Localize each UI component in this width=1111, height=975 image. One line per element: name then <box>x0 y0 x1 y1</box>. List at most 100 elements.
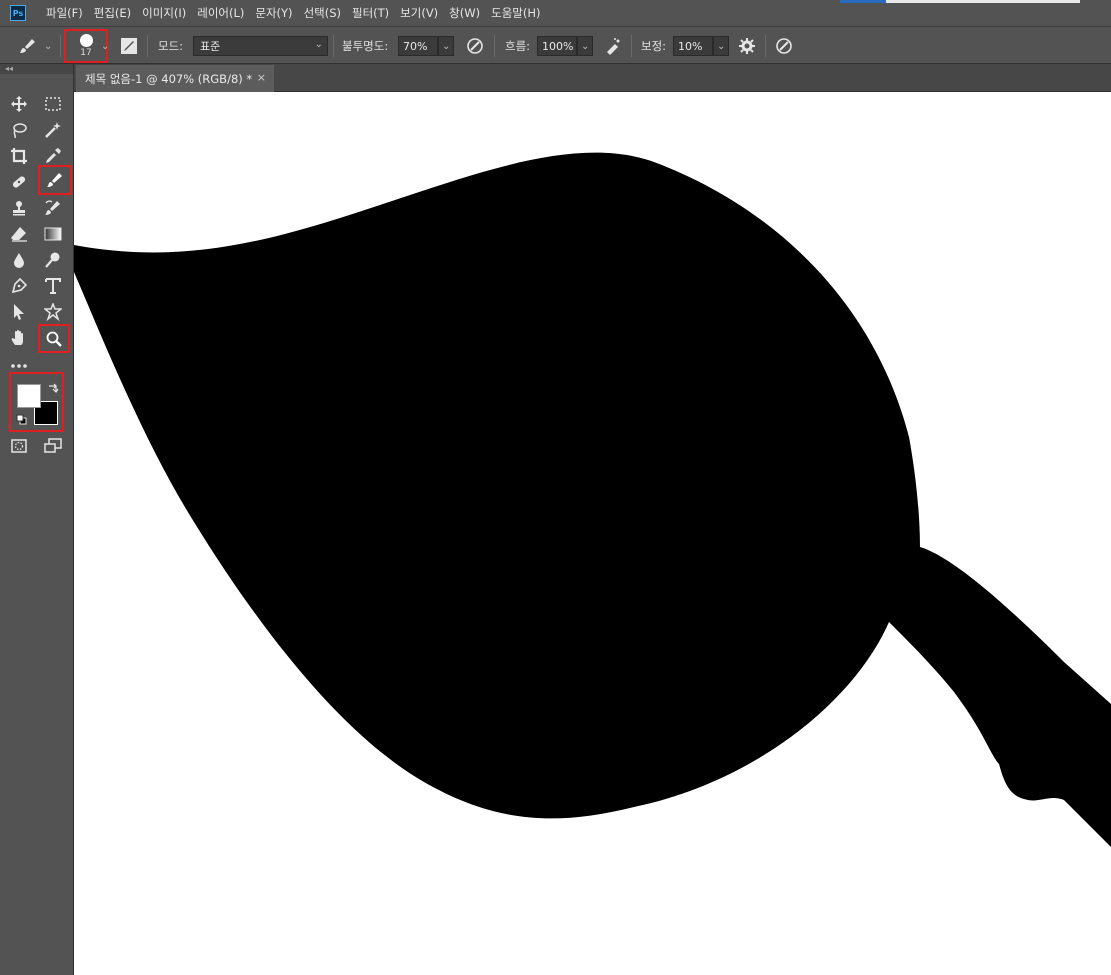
dodge-tool[interactable] <box>41 249 65 271</box>
pen-pressure-icon <box>467 38 483 54</box>
move-tool[interactable] <box>7 93 31 115</box>
crop-tool[interactable] <box>7 145 31 167</box>
opacity-label: 불투명도: <box>342 39 389 53</box>
mode-dropdown[interactable]: 표준 ⌄ <box>193 36 328 56</box>
flow-group: 흐름: <box>505 27 530 65</box>
chevron-down-icon: ⌄ <box>442 40 451 52</box>
menu-items: 파일(F) 편집(E) 이미지(I) 레이어(L) 문자(Y) 선택(S) 필터… <box>46 5 551 21</box>
foreground-color-swatch[interactable] <box>17 384 41 408</box>
hand-tool[interactable] <box>7 327 31 349</box>
document-canvas[interactable] <box>74 92 1111 975</box>
close-icon[interactable]: × <box>257 71 266 84</box>
magic-wand-tool[interactable] <box>41 119 65 141</box>
menu-layer[interactable]: 레이어(L) <box>197 5 244 21</box>
divider <box>765 35 766 57</box>
search-bar-edge <box>840 0 1080 3</box>
flow-slider-toggle[interactable]: ⌄ <box>577 36 593 56</box>
chevron-down-icon: ⌄ <box>717 40 726 52</box>
dodge-icon <box>45 252 60 268</box>
history-brush-tool[interactable] <box>41 197 65 219</box>
flow-wrap: 100% ⌄ <box>537 27 593 65</box>
arrow-cursor-icon <box>14 304 24 320</box>
mode-wrap: 표준 ⌄ <box>193 27 328 65</box>
path-selection-tool[interactable] <box>7 301 31 323</box>
quick-mask-icon <box>11 439 27 453</box>
magic-wand-icon <box>45 122 61 138</box>
opacity-wrap: 70% ⌄ <box>398 27 454 65</box>
screen-mode-icon <box>44 438 62 453</box>
pressure-opacity-button[interactable] <box>465 27 485 65</box>
chevron-down-icon: ⌄ <box>314 39 323 50</box>
magnifier-icon <box>46 331 62 347</box>
history-brush-icon <box>45 200 60 215</box>
divider <box>147 35 148 57</box>
gradient-tool[interactable] <box>41 223 65 245</box>
smoothing-options-button[interactable] <box>737 27 757 65</box>
opacity-input[interactable]: 70% <box>398 36 438 56</box>
menu-view[interactable]: 보기(V) <box>400 5 438 21</box>
pen-pressure-size-icon <box>776 38 792 54</box>
menu-window[interactable]: 창(W) <box>449 5 480 21</box>
menu-edit[interactable]: 편집(E) <box>94 5 131 21</box>
marquee-tool[interactable] <box>41 93 65 115</box>
brush-settings-toggle[interactable] <box>119 27 139 65</box>
menu-file[interactable]: 파일(F) <box>46 5 83 21</box>
smoothing-group: 보정: <box>641 27 666 65</box>
flow-label: 흐름: <box>505 39 531 53</box>
custom-shape-icon <box>44 303 62 321</box>
menu-help[interactable]: 도움말(H) <box>491 5 540 21</box>
stamp-icon <box>13 201 25 216</box>
type-tool[interactable] <box>41 275 65 297</box>
opacity-slider-toggle[interactable]: ⌄ <box>438 36 454 56</box>
bandage-icon <box>12 176 26 188</box>
default-colors-icon[interactable] <box>16 414 27 425</box>
mode-value: 표준 <box>200 40 221 53</box>
custom-shape-tool[interactable] <box>41 301 65 323</box>
edit-toolbar-button[interactable] <box>7 353 31 375</box>
document-tab-bar: 제목 없음-1 @ 407% (RGB/8) * × <box>74 64 1111 92</box>
pen-icon <box>11 277 28 294</box>
pressure-size-button[interactable] <box>774 27 794 65</box>
clone-stamp-tool[interactable] <box>7 197 31 219</box>
smoothing-input[interactable]: 10% <box>673 36 713 56</box>
smoothing-slider-toggle[interactable]: ⌄ <box>713 36 729 56</box>
flow-input[interactable]: 100% <box>537 36 577 56</box>
mode-label: 모드: <box>158 39 184 53</box>
gradient-icon <box>44 227 62 241</box>
eraser-tool[interactable] <box>7 223 31 245</box>
menu-filter[interactable]: 필터(T) <box>352 5 389 21</box>
panel-collapse-icon[interactable]: ◂◂ <box>0 64 73 74</box>
brush-tip-icon <box>79 34 93 47</box>
lasso-tool[interactable] <box>7 119 31 141</box>
move-icon <box>11 96 27 112</box>
swap-colors-icon[interactable] <box>47 382 59 394</box>
healing-brush-tool[interactable] <box>7 171 31 193</box>
smoothing-wrap: 10% ⌄ <box>673 27 729 65</box>
divider <box>631 35 632 57</box>
menu-select[interactable]: 선택(S) <box>304 5 341 21</box>
tool-preset-picker[interactable]: ⌄ <box>18 27 52 65</box>
brush-panel-icon <box>121 38 137 54</box>
brush-tool[interactable] <box>38 165 72 195</box>
chevron-down-icon[interactable]: ⌄ <box>101 41 109 52</box>
zoom-tool[interactable] <box>38 324 70 353</box>
screen-mode-button[interactable] <box>41 435 65 457</box>
eyedropper-tool[interactable] <box>41 145 65 167</box>
document-tab[interactable]: 제목 없음-1 @ 407% (RGB/8) * × <box>76 65 274 92</box>
blur-tool[interactable] <box>7 249 31 271</box>
airbrush-button[interactable] <box>603 27 623 65</box>
menu-image[interactable]: 이미지(I) <box>142 5 186 21</box>
leaf-shape <box>74 152 1111 847</box>
airbrush-icon <box>607 38 620 55</box>
drop-icon <box>14 253 24 268</box>
pen-tool[interactable] <box>7 275 31 297</box>
quick-mask-button[interactable] <box>7 435 31 457</box>
menu-type[interactable]: 문자(Y) <box>255 5 292 21</box>
brush-icon <box>47 173 62 187</box>
gear-icon <box>739 38 755 54</box>
brush-size-chevron: ⌄ <box>101 27 109 65</box>
chevron-down-icon: ⌄ <box>581 40 590 52</box>
photoshop-logo-icon: Ps <box>10 5 26 21</box>
chevron-down-icon: ⌄ <box>44 40 53 52</box>
type-icon <box>45 278 61 294</box>
